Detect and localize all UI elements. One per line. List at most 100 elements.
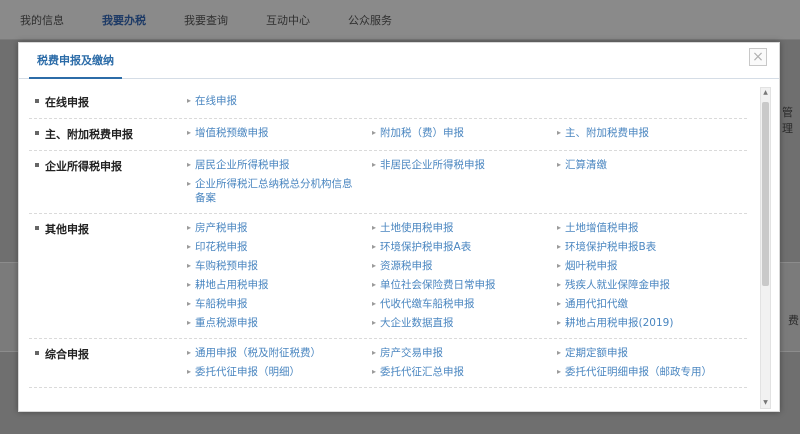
arrow-right-icon: ▸: [557, 280, 562, 289]
arrow-right-icon: ▸: [557, 318, 562, 327]
section-links: ▸ 在线申报: [187, 94, 747, 110]
link-entrusted-postal[interactable]: ▸ 委托代征明细申报（邮政专用）: [557, 365, 747, 379]
link-other-item[interactable]: ▸ 耕地占用税申报: [187, 278, 372, 292]
section-title: 主、附加税费申报: [29, 126, 187, 142]
link-other-item[interactable]: ▸ 车购税预申报: [187, 259, 372, 273]
link-resident-cit[interactable]: ▸ 居民企业所得税申报: [187, 158, 372, 172]
arrow-right-icon: ▸: [372, 280, 377, 289]
link-other-item[interactable]: ▸ 重点税源申报: [187, 316, 372, 330]
top-nav: 我的信息 我要办税 我要查询 互动中心 公众服务: [0, 0, 800, 40]
link-property-transaction[interactable]: ▸ 房产交易申报: [372, 346, 557, 360]
link-nonresident-cit[interactable]: ▸ 非居民企业所得税申报: [372, 158, 557, 172]
link-main-surtax[interactable]: ▸ 主、附加税费申报: [557, 126, 747, 142]
link-surtax[interactable]: ▸ 附加税（费）申报: [372, 126, 557, 142]
arrow-right-icon: ▸: [557, 160, 562, 169]
arrow-right-icon: ▸: [557, 128, 562, 137]
link-other-item[interactable]: ▸ 土地增值税申报: [557, 221, 747, 235]
link-entrusted-detail[interactable]: ▸ 委托代征申报（明细）: [187, 365, 372, 379]
section-title: 综合申报: [29, 346, 187, 379]
arrow-right-icon: ▸: [372, 299, 377, 308]
arrow-right-icon: ▸: [187, 318, 192, 327]
close-icon[interactable]: ×: [749, 48, 767, 66]
section-links: ▸ 居民企业所得税申报 ▸ 非居民企业所得税申报 ▸ 汇算清缴 ▸ 企业所得税汇总纳税总…: [187, 158, 747, 205]
tax-declaration-modal: 税费申报及缴纳 × 在线申报 ▸ 在线申报 主、附加税费申报 ▸ 增值税预缴申报 ▸…: [18, 42, 780, 412]
arrow-right-icon: ▸: [187, 261, 192, 270]
link-other-item[interactable]: ▸ 烟叶税申报: [557, 259, 747, 273]
section-other-declarations: 其他申报 ▸ 房产税申报 ▸ 土地使用税申报 ▸ 土地增值税申报 ▸ 印花税申报 ▸ 环境…: [29, 214, 747, 339]
arrow-right-icon: ▸: [372, 261, 377, 270]
arrow-right-icon: ▸: [372, 348, 377, 357]
arrow-right-icon: ▸: [557, 348, 562, 357]
arrow-right-icon: ▸: [187, 242, 192, 251]
link-other-item[interactable]: ▸ 单位社会保险费日常申报: [372, 278, 557, 292]
link-consolidated-filing-record[interactable]: ▸ 企业所得税汇总纳税总分机构信息备案: [187, 177, 357, 205]
arrow-right-icon: ▸: [187, 299, 192, 308]
modal-title-tab[interactable]: 税费申报及缴纳: [29, 43, 122, 79]
nav-item-tax-handling[interactable]: 我要办税: [102, 12, 146, 28]
link-other-item[interactable]: ▸ 土地使用税申报: [372, 221, 557, 235]
arrow-right-icon: ▸: [187, 223, 192, 232]
modal-body: 在线申报 ▸ 在线申报 主、附加税费申报 ▸ 增值税预缴申报 ▸ 附加税（费）申报 ▸…: [29, 87, 747, 405]
link-vat-prepay[interactable]: ▸ 增值税预缴申报: [187, 126, 372, 142]
arrow-right-icon: ▸: [187, 128, 192, 137]
scrollbar-thumb[interactable]: [762, 102, 769, 286]
arrow-right-icon: ▸: [187, 96, 192, 105]
section-title: 其他申报: [29, 221, 187, 330]
arrow-right-icon: ▸: [187, 160, 192, 169]
link-other-item[interactable]: ▸ 代收代缴车船税申报: [372, 297, 557, 311]
link-fixed-quota[interactable]: ▸ 定期定额申报: [557, 346, 747, 360]
section-corporate-income-tax: 企业所得税申报 ▸ 居民企业所得税申报 ▸ 非居民企业所得税申报 ▸ 汇算清缴 ▸ 企业…: [29, 151, 747, 214]
link-general-declaration[interactable]: ▸ 通用申报（税及附征税费）: [187, 346, 372, 360]
arrow-right-icon: ▸: [187, 348, 192, 357]
section-links: ▸ 增值税预缴申报 ▸ 附加税（费）申报 ▸ 主、附加税费申报: [187, 126, 747, 142]
link-other-item[interactable]: ▸ 通用代扣代缴: [557, 297, 747, 311]
section-links: ▸ 通用申报（税及附征税费） ▸ 房产交易申报 ▸ 定期定额申报 ▸ 委托代征申报（明细…: [187, 346, 747, 379]
modal-header: 税费申报及缴纳 ×: [19, 43, 779, 79]
bullet-square-icon: [35, 99, 39, 103]
link-other-item[interactable]: ▸ 房产税申报: [187, 221, 372, 235]
arrow-right-icon: ▸: [372, 223, 377, 232]
bullet-square-icon: [35, 351, 39, 355]
link-other-item[interactable]: ▸ 车船税申报: [187, 297, 372, 311]
background-text-fragment: 管理: [782, 106, 793, 135]
link-other-item[interactable]: ▸ 环境保护税申报B表: [557, 240, 747, 254]
bullet-square-icon: [35, 226, 39, 230]
section-links: ▸ 房产税申报 ▸ 土地使用税申报 ▸ 土地增值税申报 ▸ 印花税申报 ▸ 环境保护税申报…: [187, 221, 747, 330]
link-annual-settlement[interactable]: ▸ 汇算清缴: [557, 158, 747, 172]
arrow-right-icon: ▸: [372, 128, 377, 137]
link-other-item[interactable]: ▸ 环境保护税申报A表: [372, 240, 557, 254]
section-online-declaration: 在线申报 ▸ 在线申报: [29, 87, 747, 119]
arrow-right-icon: ▸: [557, 261, 562, 270]
arrow-right-icon: ▸: [557, 223, 562, 232]
section-main-surtax: 主、附加税费申报 ▸ 增值税预缴申报 ▸ 附加税（费）申报 ▸ 主、附加税费申报: [29, 119, 747, 151]
section-title: 在线申报: [29, 94, 187, 110]
link-other-item[interactable]: ▸ 印花税申报: [187, 240, 372, 254]
bullet-square-icon: [35, 163, 39, 167]
background-text-fragment-2: 费: [788, 314, 799, 327]
section-title: 企业所得税申报: [29, 158, 187, 205]
arrow-right-icon: ▸: [187, 179, 192, 188]
arrow-right-icon: ▸: [187, 367, 192, 376]
nav-item-my-info[interactable]: 我的信息: [20, 12, 64, 28]
arrow-right-icon: ▸: [372, 160, 377, 169]
arrow-right-icon: ▸: [372, 242, 377, 251]
background-panel-right: [778, 262, 800, 352]
nav-item-interaction[interactable]: 互动中心: [266, 12, 310, 28]
link-other-item[interactable]: ▸ 耕地占用税申报(2019): [557, 316, 747, 330]
nav-item-public-service[interactable]: 公众服务: [348, 12, 392, 28]
link-entrusted-summary[interactable]: ▸ 委托代征汇总申报: [372, 365, 557, 379]
arrow-right-icon: ▸: [187, 280, 192, 289]
link-other-item[interactable]: ▸ 残疾人就业保障金申报: [557, 278, 747, 292]
vertical-scrollbar[interactable]: ▲ ▼: [760, 87, 771, 409]
link-online-declaration[interactable]: ▸ 在线申报: [187, 94, 372, 110]
nav-item-query[interactable]: 我要查询: [184, 12, 228, 28]
bullet-square-icon: [35, 131, 39, 135]
arrow-right-icon: ▸: [557, 367, 562, 376]
scroll-up-icon[interactable]: ▲: [761, 88, 770, 98]
arrow-right-icon: ▸: [372, 318, 377, 327]
link-other-item[interactable]: ▸ 资源税申报: [372, 259, 557, 273]
background-panel-left: [0, 262, 20, 352]
scroll-down-icon[interactable]: ▼: [761, 398, 770, 408]
link-other-item[interactable]: ▸ 大企业数据直报: [372, 316, 557, 330]
arrow-right-icon: ▸: [557, 299, 562, 308]
